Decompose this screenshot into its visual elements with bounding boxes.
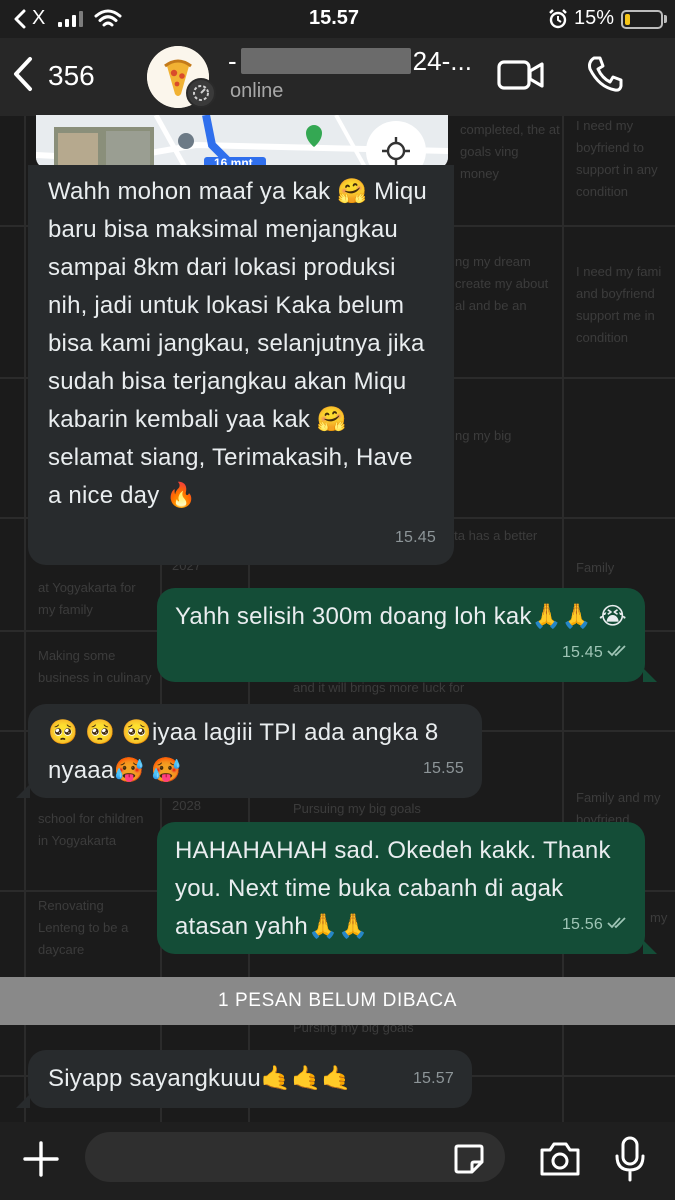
message-time: 15.55 <box>422 760 464 777</box>
read-receipt-icon <box>607 634 627 672</box>
back-icon <box>12 56 34 97</box>
message-incoming[interactable]: Wahh mohon maaf ya kak 🤗 Miqu baru bisa … <box>28 165 454 565</box>
attach-button[interactable] <box>22 1140 60 1183</box>
message-outgoing[interactable]: Yahh selisih 300m doang loh kak🙏🙏 😭 15.4… <box>157 588 645 682</box>
wallpaper-text: completed, the at goals ving money <box>460 122 560 181</box>
message-meta: 15.45 <box>562 634 627 672</box>
bubble-tail <box>643 668 657 682</box>
wallpaper-text: Family <box>576 560 615 575</box>
contact-name-redacted <box>240 48 411 74</box>
wallpaper-text: Making some business in culinary <box>38 648 152 685</box>
battery-level-fill <box>625 14 630 25</box>
message-time: 15.45 <box>394 529 436 546</box>
wallpaper-text: school for children in Yogyakarta <box>38 811 144 848</box>
message-incoming[interactable]: 🥺 🥺 🥺iyaa lagiii TPI ada angka 8 nyaaa🥵 … <box>28 704 482 798</box>
bubble-tail <box>643 940 657 954</box>
message-incoming[interactable]: Siyapp sayangkuuu🤙🤙🤙 15.57 <box>28 1050 472 1108</box>
wallpaper-text: at Yogyakarta for my family <box>38 580 136 617</box>
chevron-left-icon[interactable] <box>14 9 26 35</box>
voice-message-button[interactable] <box>613 1136 647 1187</box>
location-pin-icon <box>176 129 177 130</box>
alarm-icon <box>548 9 568 35</box>
camera-icon <box>538 1142 582 1182</box>
chat-header: 356 - 24-... online <box>0 38 675 116</box>
contact-status: online <box>230 80 284 102</box>
camera-button[interactable] <box>538 1140 582 1183</box>
sticker-icon <box>452 1144 486 1180</box>
bubble-tail <box>16 784 30 798</box>
unread-divider-label: 1 PESAN BELUM DIBACA <box>217 990 458 1011</box>
message-text: Wahh mohon maaf ya kak 🤗 Miqu baru bisa … <box>48 178 427 509</box>
signal-icon <box>58 11 83 27</box>
message-outgoing[interactable]: HAHAHAHAH sad. Okedeh kakk. Thank you. N… <box>157 822 645 954</box>
message-input[interactable] <box>85 1132 505 1182</box>
message-time: 15.45 <box>561 644 603 661</box>
wallpaper-text: I need my boyfriend to support in any co… <box>576 118 658 199</box>
wallpaper-text: Pursuing my big goals <box>293 801 421 816</box>
sticker-button[interactable] <box>452 1142 486 1181</box>
wallpaper-text: 2028 <box>172 798 201 813</box>
battery-icon <box>621 10 663 29</box>
battery-percent: 15% <box>574 7 615 29</box>
video-call-icon <box>497 60 545 96</box>
phone-icon <box>585 56 625 98</box>
wallpaper-text: Renovating Lenteng to be a daycare <box>38 898 129 957</box>
wallpaper-text: ng my big <box>455 428 512 443</box>
message-time: 15.56 <box>561 916 603 933</box>
battery-tip <box>664 15 667 23</box>
back-app-label[interactable]: X <box>32 7 45 30</box>
message-text: Siyapp sayangkuuu🤙🤙🤙 <box>48 1065 352 1092</box>
message-time: 15.57 <box>412 1070 454 1087</box>
contact-name[interactable]: - 24-... <box>228 44 472 78</box>
status-ring-icon <box>186 78 216 108</box>
unread-messages-divider: 1 PESAN BELUM DIBACA <box>0 977 675 1025</box>
plus-icon <box>22 1141 60 1182</box>
wallpaper-text: my <box>650 910 668 925</box>
message-text: Yahh selisih 300m doang loh kak🙏🙏 😭 <box>175 603 627 630</box>
wallpaper-text: I need my fami and boyfriend support me … <box>576 264 662 345</box>
map-attachment[interactable]: 16 mnt <box>36 115 448 169</box>
read-receipt-icon <box>607 906 627 944</box>
contact-name-prefix: - <box>228 45 237 76</box>
wifi-icon <box>94 8 122 36</box>
message-text: HAHAHAHAH sad. Okedeh kakk. Thank you. N… <box>175 837 611 940</box>
bubble-tail <box>16 1094 30 1108</box>
message-text: 🥺 🥺 🥺iyaa lagiii TPI ada angka 8 nyaaa🥵 … <box>48 719 439 784</box>
wallpaper-text: ng my dream create my about al and be an <box>455 254 549 313</box>
back-button[interactable]: 356 <box>12 54 95 98</box>
unread-chats-count: 356 <box>48 60 95 91</box>
video-call-button[interactable] <box>497 58 545 97</box>
microphone-icon <box>613 1136 647 1186</box>
status-bar: X 15.57 15% <box>0 0 675 38</box>
contact-name-suffix: 24-... <box>412 45 472 76</box>
composer-bar <box>0 1122 675 1200</box>
status-time: 15.57 <box>309 7 360 29</box>
message-meta: 15.56 <box>562 906 627 944</box>
voice-call-button[interactable] <box>585 54 625 99</box>
